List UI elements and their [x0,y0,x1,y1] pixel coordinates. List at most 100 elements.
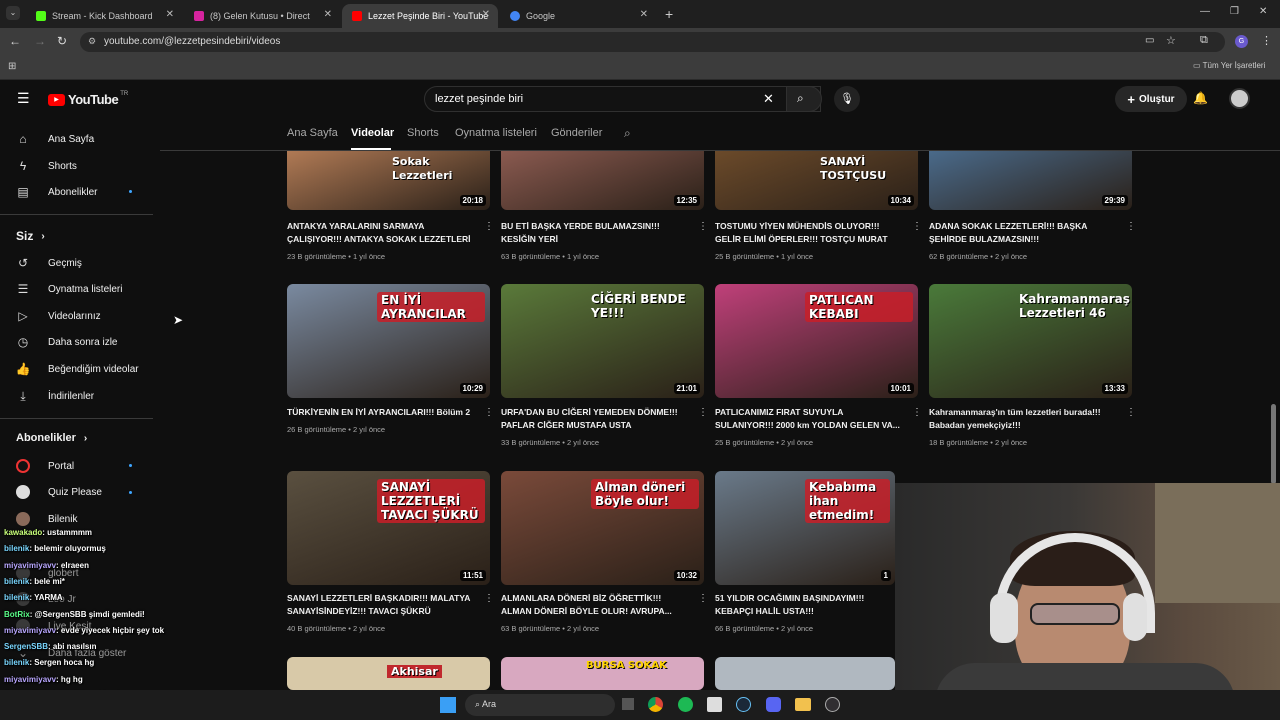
apps-grid-icon[interactable]: ⊞ [8,61,16,72]
tab-search-icon[interactable]: ⌄ [6,6,20,20]
close-tab-icon[interactable]: ✕ [482,9,490,20]
discord-icon[interactable] [766,697,781,712]
sidebar-item-home[interactable]: ⌂ Ana Sayfa [16,132,94,146]
video-title[interactable]: 51 YILDIR OCAĞIMIN BAŞINDAYIM!!! KEBAPÇI … [715,592,907,618]
tab-shorts[interactable]: Shorts [407,127,439,139]
browser-tab-youtube[interactable]: Lezzet Peşinde Biri - YouTube ✕ [342,4,498,28]
steam-icon[interactable] [736,697,751,712]
video-menu-icon[interactable]: ⋮ [698,221,708,232]
new-tab-icon[interactable]: + [665,6,673,22]
tab-posts[interactable]: Gönderiler [551,127,602,139]
tab-playlists[interactable]: Oynatma listeleri [455,127,537,139]
subscription-quiz-please[interactable]: Quiz Please [16,485,102,499]
file-explorer-icon[interactable] [795,698,811,711]
subscription-portal[interactable]: Portal [16,459,74,473]
close-tab-icon[interactable]: ✕ [166,9,174,20]
close-tab-icon[interactable]: ✕ [324,9,332,20]
video-thumbnail[interactable]: Sokak Lezzetleri 20:18 [287,151,490,210]
clear-search-icon[interactable]: ✕ [763,91,774,107]
video-thumbnail[interactable]: Kebabıma ihan etmedim! 1 [715,471,895,585]
sidebar-you-header[interactable]: Siz › [16,229,45,243]
video-thumbnail[interactable]: 29:39 [929,151,1132,210]
back-icon[interactable]: ← [9,34,21,48]
account-avatar[interactable] [1229,88,1250,109]
restore-icon[interactable]: ❐ [1230,6,1239,17]
video-title[interactable]: SANAYİ LEZZETLERİ BAŞKADIR!!! MALATYA SAN… [287,592,479,618]
browser-menu-icon[interactable]: ⋮ [1261,34,1272,47]
close-tab-icon[interactable]: ✕ [640,9,648,20]
video-menu-icon[interactable]: ⋮ [698,407,708,418]
video-thumbnail[interactable]: EN İYİ AYRANCILAR 10:29 [287,284,490,398]
sidebar-item-your-videos[interactable]: ▷ Videolarınız [16,309,100,323]
taskbar-search[interactable]: ⌕ Ara [465,694,615,716]
sidebar-item-watch-later[interactable]: ◷ Daha sonra izle [16,335,118,349]
video-thumbnail[interactable]: SANAYİ LEZZETLERİ TAVACI ŞÜKRÜ 11:51 [287,471,490,585]
windows-start-icon[interactable] [440,697,456,713]
video-menu-icon[interactable]: ⋮ [484,221,494,232]
site-info-icon[interactable]: ⚙ [88,36,96,47]
subscription-bilenik[interactable]: Bilenik [16,512,77,526]
profile-avatar[interactable]: G [1235,35,1248,48]
sidebar-item-liked-videos[interactable]: 👍 Beğendiğim videolar [16,362,139,376]
channel-search-icon[interactable]: ⌕ [624,126,631,141]
sidebar-item-history[interactable]: ↺ Geçmiş [16,256,82,270]
bookmark-star-icon[interactable]: ☆ [1166,34,1176,47]
tab-videos[interactable]: Videolar [351,127,394,139]
video-thumbnail[interactable]: PATLICAN KEBABI 10:01 [715,284,918,398]
browser-tab-instagram[interactable]: (8) Gelen Kutusu • Direct ✕ [184,4,340,28]
sidebar-item-playlists[interactable]: ☰ Oynatma listeleri [16,282,123,296]
store-icon[interactable] [707,697,722,712]
video-thumbnail[interactable]: BURSA SOKAK [501,657,704,690]
browser-tab-google[interactable]: Google ✕ [500,4,656,28]
notifications-bell-icon[interactable]: 🔔 [1193,91,1208,105]
search-button[interactable]: ⌕ [786,86,822,112]
url-field[interactable]: ⚙ youtube.com/@lezzetpesindebiri/videos [80,32,1225,52]
spotify-icon[interactable] [678,697,693,712]
reload-icon[interactable]: ↻ [57,34,67,48]
sidebar-item-downloads[interactable]: ⤓ İndirilenler [16,389,94,403]
video-menu-icon[interactable]: ⋮ [1126,221,1136,232]
video-thumbnail[interactable]: 12:35 [501,151,704,210]
video-menu-icon[interactable]: ⋮ [484,407,494,418]
video-title[interactable]: ANTAKYA YARALARINI SARMAYA ÇALIŞIYOR!!! A… [287,220,479,246]
tab-home[interactable]: Ana Sayfa [287,127,338,139]
video-title[interactable]: BU ETİ BAŞKA YERDE BULAMAZSIN!!! KESİĞİN … [501,220,693,246]
search-input[interactable]: lezzet peşinde biri [424,86,821,112]
video-thumbnail[interactable]: CİĞERİ BENDE YE!!! 21:01 [501,284,704,398]
video-thumbnail[interactable] [715,657,895,690]
task-view-icon[interactable] [622,698,634,710]
video-title[interactable]: Kahramanmaraş'ın tüm lezzetleri burada!!… [929,406,1121,432]
video-menu-icon[interactable]: ⋮ [698,593,708,604]
page-scrollbar[interactable] [1271,404,1276,484]
video-title[interactable]: URFA'DAN BU CİĞERİ YEMEDEN DÖNME!!! PAFLA… [501,406,693,432]
video-thumbnail[interactable]: Akhisar [287,657,490,690]
video-thumbnail[interactable]: Alman döneri Böyle olur! 10:32 [501,471,704,585]
browser-tab-kick[interactable]: Stream - Kick Dashboard ✕ [26,4,182,28]
cast-icon[interactable]: ▭ [1145,35,1154,46]
create-button[interactable]: + Oluştur [1115,86,1187,112]
youtube-logo[interactable]: ▶ YouTube TR [48,91,128,107]
forward-icon[interactable]: → [34,34,46,48]
video-title[interactable]: ADANA SOKAK LEZZETLERİ!!! BAŞKA ŞEHİRDE B… [929,220,1121,246]
extensions-icon[interactable]: ⧉ [1200,34,1208,47]
sidebar-item-subscriptions[interactable]: ▤ Abonelikler [16,185,97,199]
chrome-icon[interactable] [648,697,663,712]
sidebar-subscriptions-header[interactable]: Abonelikler › [16,432,87,444]
video-menu-icon[interactable]: ⋮ [1126,407,1136,418]
voice-search-icon[interactable]: 🎙 [834,86,860,112]
hamburger-menu-icon[interactable]: ☰ [17,90,30,107]
video-title[interactable]: TOSTUMU YİYEN MÜHENDİS OLUYOR!!! GELİR EL… [715,220,907,246]
close-window-icon[interactable]: ✕ [1259,6,1267,17]
video-thumbnail[interactable]: Kahramanmaraş Lezzetleri 46 13:33 [929,284,1132,398]
video-menu-icon[interactable]: ⋮ [912,221,922,232]
video-menu-icon[interactable]: ⋮ [484,593,494,604]
minimize-icon[interactable]: — [1200,6,1210,17]
obs-icon[interactable] [825,697,840,712]
sidebar-item-shorts[interactable]: ϟ Shorts [16,159,77,173]
video-menu-icon[interactable]: ⋮ [912,407,922,418]
video-title[interactable]: PATLICANIMIZ FIRAT SUYUYLA SULANIYOR!!! 2… [715,406,907,432]
all-bookmarks[interactable]: ▭ Tüm Yer İşaretleri [1193,61,1265,70]
video-thumbnail[interactable]: SANAYİ TOSTÇUSU 10:34 [715,151,918,210]
video-title[interactable]: ALMANLARA DÖNERİ BİZ ÖĞRETTİK!!! ALMAN DÖ… [501,592,693,618]
video-title[interactable]: TÜRKİYENİN EN İYİ AYRANCILARI!!! Bölüm 2 [287,406,479,419]
